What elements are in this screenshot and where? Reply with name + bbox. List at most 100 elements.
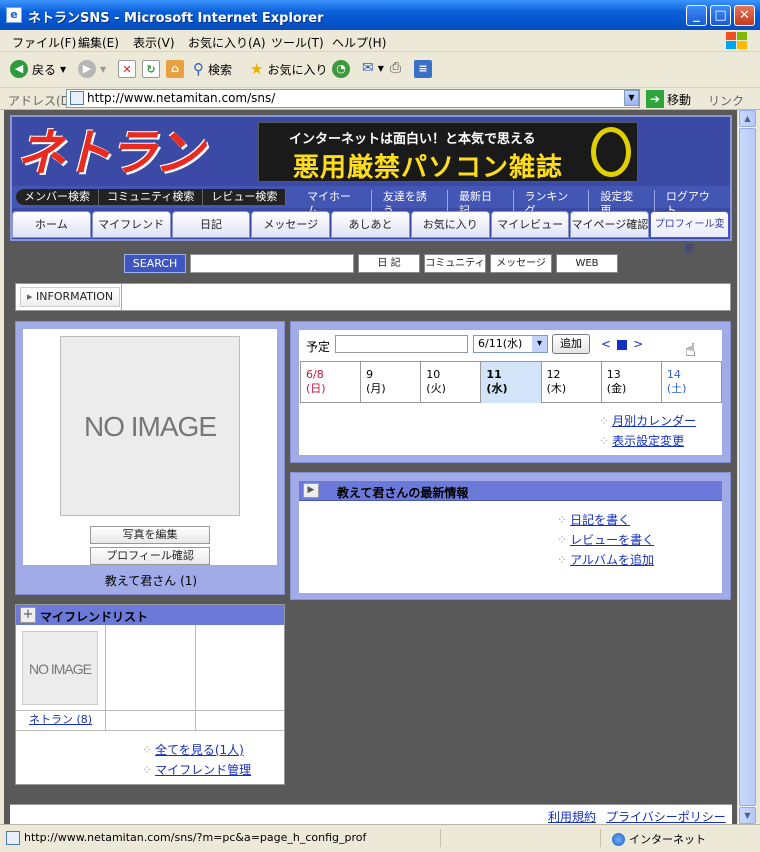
search-input[interactable] — [190, 254, 354, 273]
status-divider — [440, 829, 441, 847]
scroll-thumb[interactable] — [739, 128, 756, 806]
magnifier-icon: ⚲ — [193, 60, 204, 78]
back-dropdown-icon[interactable]: ▼ — [60, 65, 66, 74]
go-button[interactable]: ➔ 移動 — [646, 90, 691, 108]
tab-my-friends[interactable]: マイフレンド — [91, 211, 171, 238]
friend-name-link[interactable]: ネトラン (8) — [16, 711, 106, 731]
back-arrow-icon: ◀ — [10, 60, 28, 78]
home-icon: ⌂ — [166, 60, 184, 78]
tab-favorites[interactable]: お気に入り — [410, 211, 490, 238]
play-arrow-icon: ▶ — [303, 483, 319, 498]
monthly-calendar-link[interactable]: 月別カレンダー — [599, 412, 696, 429]
search-web-button[interactable]: WEB — [556, 254, 618, 273]
site-logo[interactable]: ネトラン — [16, 121, 222, 185]
back-label: 戻る — [32, 62, 57, 77]
maximize-button[interactable]: □ — [710, 5, 731, 26]
calendar-box: 予定 6/11(水) 追加 <> 6/8(日) 9(月) 10(火) 11(水)… — [290, 321, 731, 463]
print-button[interactable]: ⎙ — [390, 60, 401, 76]
calendar-panel: 予定 6/11(水) 追加 <> 6/8(日) 9(月) 10(火) 11(水)… — [299, 330, 722, 455]
title-bar: e ネトランSNS - Microsoft Internet Explorer … — [0, 0, 760, 30]
search-message-button[interactable]: メッセージ — [490, 254, 552, 273]
edit-photo-button[interactable]: 写真を編集 — [90, 526, 210, 544]
tab-diary[interactable]: 日記 — [171, 211, 251, 238]
day-cell-today[interactable]: 11 (水) — [481, 362, 542, 403]
nav-community-search[interactable]: コミュニティ検索 — [99, 189, 204, 205]
edit-icon: ≡ — [414, 60, 432, 78]
prev-week-link[interactable]: < — [601, 337, 611, 351]
check-profile-button[interactable]: プロフィール確認 — [90, 547, 210, 565]
forward-button[interactable]: ▶ ▼ — [78, 60, 106, 78]
scroll-up-icon[interactable]: ▲ — [739, 110, 756, 127]
privacy-link[interactable]: プライバシーポリシー — [606, 808, 726, 824]
tab-profile-edit[interactable]: プロフィール変更 — [650, 211, 730, 255]
current-week-icon[interactable] — [617, 339, 628, 350]
scroll-down-icon[interactable]: ▼ — [739, 807, 756, 824]
write-review-link[interactable]: レビューを書く — [557, 531, 654, 548]
day-cell[interactable]: 12 (木) — [542, 362, 602, 403]
address-dropdown-icon[interactable]: ▼ — [624, 90, 639, 106]
menu-favorites[interactable]: お気に入り(A) — [188, 34, 266, 51]
nav-review-search[interactable]: レビュー検索 — [203, 189, 287, 205]
write-diary-link[interactable]: 日記を書く — [557, 511, 630, 528]
search-button[interactable]: SEARCH — [124, 254, 186, 273]
home-button[interactable]: ⌂ — [166, 60, 184, 78]
history-button[interactable]: ◔ — [332, 60, 350, 78]
refresh-button[interactable]: ↻ — [142, 60, 160, 78]
day-cell[interactable]: 10 (火) — [421, 362, 482, 403]
menu-edit[interactable]: 編集(E) — [78, 34, 119, 51]
tab-home[interactable]: ホーム — [12, 211, 91, 238]
menu-bar: ファイル(F) 編集(E) 表示(V) お気に入り(A) ツール(T) ヘルプ(… — [0, 30, 760, 52]
search-toolbar-button[interactable]: ⚲ 検索 — [193, 60, 232, 78]
schedule-add-button[interactable]: 追加 — [552, 334, 590, 354]
tab-footprints[interactable]: あしあと — [331, 211, 410, 238]
mail-dropdown-icon[interactable]: ▼ — [378, 64, 384, 73]
menu-view[interactable]: 表示(V) — [133, 34, 175, 51]
information-label[interactable]: INFORMATION — [20, 287, 121, 307]
tab-my-page-check[interactable]: マイページ確認 — [570, 211, 650, 238]
menu-help[interactable]: ヘルプ(H) — [332, 34, 386, 51]
address-bar: アドレス(D) http://www.netamitan.com/sns/ ▼ … — [0, 88, 760, 110]
close-button[interactable]: ✕ — [734, 5, 755, 26]
favorites-toolbar-button[interactable]: ★ お気に入り — [250, 60, 327, 78]
nav-member-search[interactable]: メンバー検索 — [16, 189, 99, 205]
view-all-friends-link[interactable]: 全てを見る(1人) — [142, 741, 244, 758]
day-cell[interactable]: 14 (土) — [662, 362, 722, 403]
schedule-label: 予定 — [306, 340, 331, 354]
news-panel: ▶ 教えて君さんの最新情報 日記を書く レビューを書く アルバムを追加 — [299, 481, 722, 593]
mail-button[interactable]: ✉ ▼ — [362, 60, 384, 76]
menu-file[interactable]: ファイル(F) — [12, 34, 76, 51]
links-label[interactable]: リンク — [708, 92, 744, 109]
friend-cell-empty — [106, 625, 196, 711]
stop-button[interactable]: ✕ — [118, 60, 136, 78]
day-cell[interactable]: 6/8 (日) — [301, 362, 362, 403]
menu-tools[interactable]: ツール(T) — [271, 34, 324, 51]
day-cell[interactable]: 13 (金) — [602, 362, 662, 403]
forward-dropdown-icon[interactable]: ▼ — [100, 65, 106, 74]
week-navigation: < > — [601, 337, 643, 351]
manage-friends-link[interactable]: マイフレンド管理 — [142, 761, 251, 778]
search-community-button[interactable]: コミュニティ — [424, 254, 486, 273]
schedule-input[interactable] — [335, 335, 468, 353]
address-input[interactable]: http://www.netamitan.com/sns/ — [66, 89, 640, 108]
tab-my-reviews[interactable]: マイレビュー — [490, 211, 570, 238]
vertical-scrollbar[interactable]: ▲ ▼ — [737, 110, 756, 824]
ad-banner[interactable]: インターネットは面白い！と本気で思える 悪用厳禁パソコン雑誌 — [258, 122, 638, 183]
add-album-link[interactable]: アルバムを追加 — [557, 551, 654, 568]
day-cell[interactable]: 9 (月) — [361, 362, 422, 403]
schedule-date-select[interactable]: 6/11(水) — [473, 335, 548, 353]
tab-messages[interactable]: メッセージ — [251, 211, 331, 238]
expand-plus-icon[interactable]: + — [20, 607, 36, 623]
history-icon: ◔ — [332, 60, 350, 78]
friend-grid: NO IMAGE — [16, 625, 284, 711]
display-settings-link[interactable]: 表示設定変更 — [599, 432, 684, 449]
address-label: アドレス(D) — [8, 94, 75, 108]
news-header: ▶ 教えて君さんの最新情報 — [299, 481, 722, 501]
edit-button[interactable]: ≡ — [414, 60, 432, 78]
minimize-button[interactable]: _ — [686, 5, 707, 26]
terms-link[interactable]: 利用規約 — [548, 808, 596, 824]
back-button[interactable]: ◀ 戻る ▼ — [10, 60, 66, 78]
friend-names-row: ネトラン (8) — [16, 711, 284, 731]
search-diary-button[interactable]: 日 記 — [358, 254, 420, 273]
next-week-link[interactable]: > — [633, 337, 643, 351]
friend-photo[interactable]: NO IMAGE — [22, 631, 98, 705]
